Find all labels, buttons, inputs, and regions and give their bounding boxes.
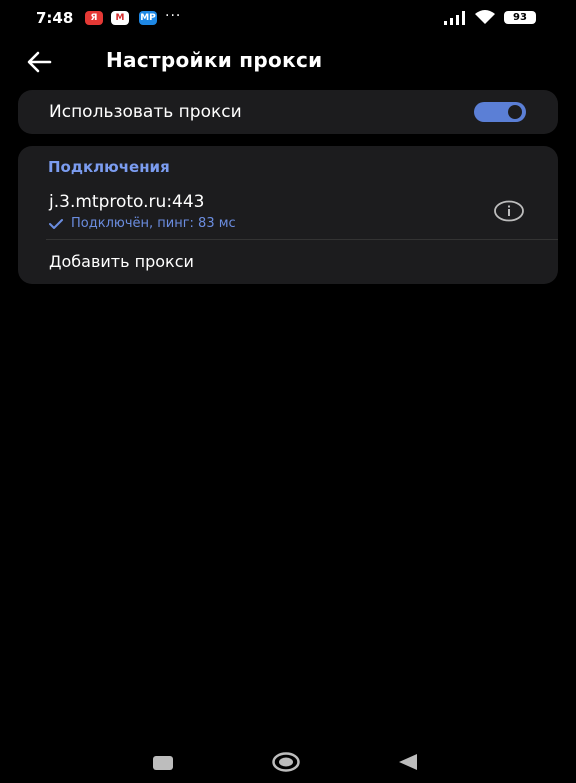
connections-card: Подключения j.3.mtproto.ru:443 Подключён…: [18, 146, 558, 284]
switch-knob: [506, 103, 524, 121]
page-title: Настройки прокси: [106, 48, 323, 72]
signal-icon: [444, 11, 465, 25]
status-time: 7:48: [36, 9, 74, 27]
status-bar: 7:48 Я M MP ··· 93: [0, 0, 576, 36]
arrow-left-icon[interactable]: [24, 48, 56, 76]
divider: [46, 239, 558, 240]
proxy-status-text: Подключён, пинг: 83 мс: [71, 216, 236, 231]
use-proxy-label: Использовать прокси: [49, 102, 242, 122]
more-notifications-icon: ···: [165, 8, 182, 24]
info-icon[interactable]: [494, 200, 524, 222]
yandex-icon: Я: [85, 11, 103, 25]
proxy-status: Подключён, пинг: 83 мс: [49, 216, 236, 231]
app-bar: Настройки прокси: [0, 40, 576, 84]
recent-apps-icon[interactable]: [153, 756, 173, 770]
use-proxy-switch[interactable]: [474, 102, 526, 122]
connections-section-title: Подключения: [48, 158, 170, 176]
home-icon[interactable]: [272, 752, 300, 772]
check-icon: [49, 218, 63, 229]
proxy-item[interactable]: j.3.mtproto.ru:443 Подключён, пинг: 83 м…: [18, 188, 558, 238]
battery-icon: 93: [504, 11, 536, 24]
gmail-icon: M: [111, 11, 129, 25]
app-icon: MP: [139, 11, 157, 25]
proxy-host: j.3.mtproto.ru:443: [49, 192, 205, 212]
use-proxy-row[interactable]: Использовать прокси: [18, 90, 558, 134]
back-triangle-icon[interactable]: [398, 753, 418, 771]
add-proxy-button[interactable]: Добавить прокси: [18, 242, 558, 280]
wifi-icon: [475, 10, 495, 24]
navigation-bar: [0, 740, 576, 783]
add-proxy-label: Добавить прокси: [49, 252, 194, 271]
